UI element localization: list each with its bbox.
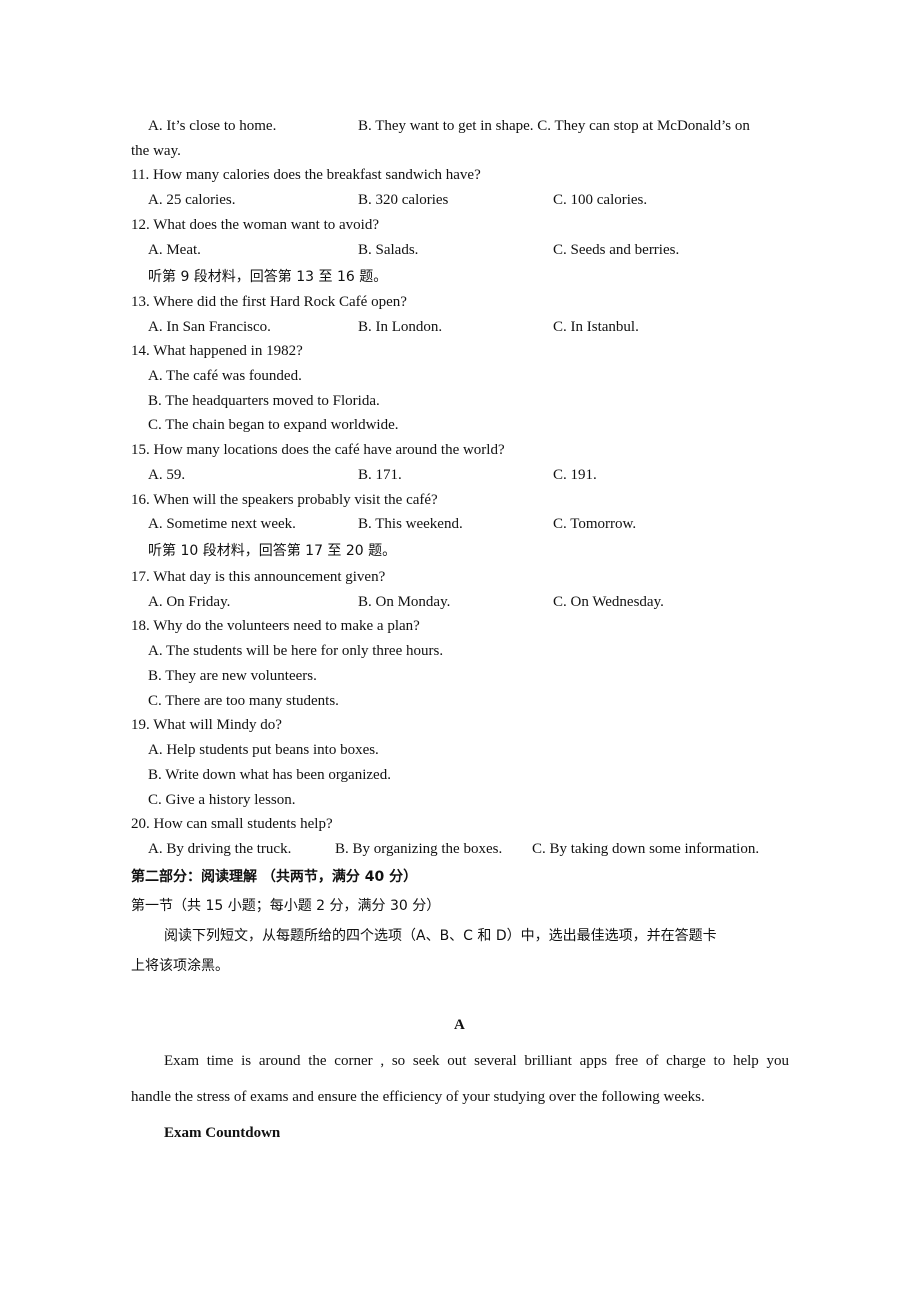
question-19: 19. What will Mindy do? bbox=[131, 717, 282, 733]
section1-title: 第一节（共 15 小题；每小题 2 分，满分 30 分） bbox=[131, 898, 441, 914]
question-14: 14. What happened in 1982? bbox=[131, 343, 303, 359]
question-15: 15. How many locations does the café hav… bbox=[131, 442, 505, 458]
option: C. Tomorrow. bbox=[553, 516, 637, 532]
option: A. The students will be here for only th… bbox=[148, 643, 444, 659]
option: A. On Friday. bbox=[148, 594, 231, 610]
question-16: 16. When will the speakers probably visi… bbox=[131, 492, 438, 508]
option: B. Salads. bbox=[358, 242, 419, 258]
passage-intro-line2: handle the stress of exams and ensure th… bbox=[131, 1089, 705, 1105]
option: B. On Monday. bbox=[358, 594, 451, 610]
option: B. The headquarters moved to Florida. bbox=[148, 393, 380, 409]
option: C. Seeds and berries. bbox=[553, 242, 680, 258]
option: C. On Wednesday. bbox=[553, 594, 664, 610]
option: A. 25 calories. bbox=[148, 192, 236, 208]
option: A. In San Francisco. bbox=[148, 319, 271, 335]
option: A. Sometime next week. bbox=[148, 516, 296, 532]
option: A. It’s close to home. bbox=[148, 118, 277, 134]
option: B. Write down what has been organized. bbox=[148, 767, 391, 783]
option: A. Meat. bbox=[148, 242, 201, 258]
instruction-line2: 上将该项涂黑。 bbox=[131, 958, 229, 974]
question-17: 17. What day is this announcement given? bbox=[131, 569, 386, 585]
option: A. By driving the truck. bbox=[148, 841, 292, 857]
option: A. Help students put beans into boxes. bbox=[148, 742, 379, 758]
option: C. By taking down some information. bbox=[532, 841, 760, 857]
option: B. 320 calories bbox=[358, 192, 449, 208]
option: B. They are new volunteers. bbox=[148, 668, 317, 684]
question-13: 13. Where did the first Hard Rock Café o… bbox=[131, 294, 407, 310]
subheading: Exam Countdown bbox=[164, 1125, 281, 1141]
question-18: 18. Why do the volunteers need to make a… bbox=[131, 618, 420, 634]
option: C. 191. bbox=[553, 467, 597, 483]
option-wrap: the way. bbox=[131, 143, 181, 159]
instruction-material-10: 听第 10 段材料，回答第 17 至 20 题。 bbox=[148, 543, 397, 559]
question-20: 20. How can small students help? bbox=[131, 816, 333, 832]
option: C. The chain began to expand worldwide. bbox=[148, 417, 399, 433]
option: B. In London. bbox=[358, 319, 443, 335]
question-11: 11. How many calories does the breakfast… bbox=[131, 167, 481, 183]
part2-title: 第二部分：阅读理解 （共两节，满分 40 分） bbox=[131, 869, 418, 885]
option: C. There are too many students. bbox=[148, 693, 339, 709]
option: C. In Istanbul. bbox=[553, 319, 639, 335]
option: C. Give a history lesson. bbox=[148, 792, 296, 808]
instruction-material-9: 听第 9 段材料，回答第 13 至 16 题。 bbox=[148, 269, 388, 285]
option: B. By organizing the boxes. bbox=[335, 841, 503, 857]
option: B. 171. bbox=[358, 467, 402, 483]
option: B. This weekend. bbox=[358, 516, 463, 532]
passage-label: A bbox=[454, 1017, 465, 1033]
option: A. 59. bbox=[148, 467, 186, 483]
passage-intro-line1: Exam time is around the corner , so seek… bbox=[164, 1053, 789, 1069]
question-12: 12. What does the woman want to avoid? bbox=[131, 217, 379, 233]
instruction-line1: 阅读下列短文，从每题所给的四个选项（A、B、C 和 D）中，选出最佳选项，并在答… bbox=[164, 928, 717, 944]
option: C. 100 calories. bbox=[553, 192, 648, 208]
option: B. They want to get in shape. C. They ca… bbox=[358, 118, 750, 134]
option: A. The café was founded. bbox=[148, 368, 302, 384]
